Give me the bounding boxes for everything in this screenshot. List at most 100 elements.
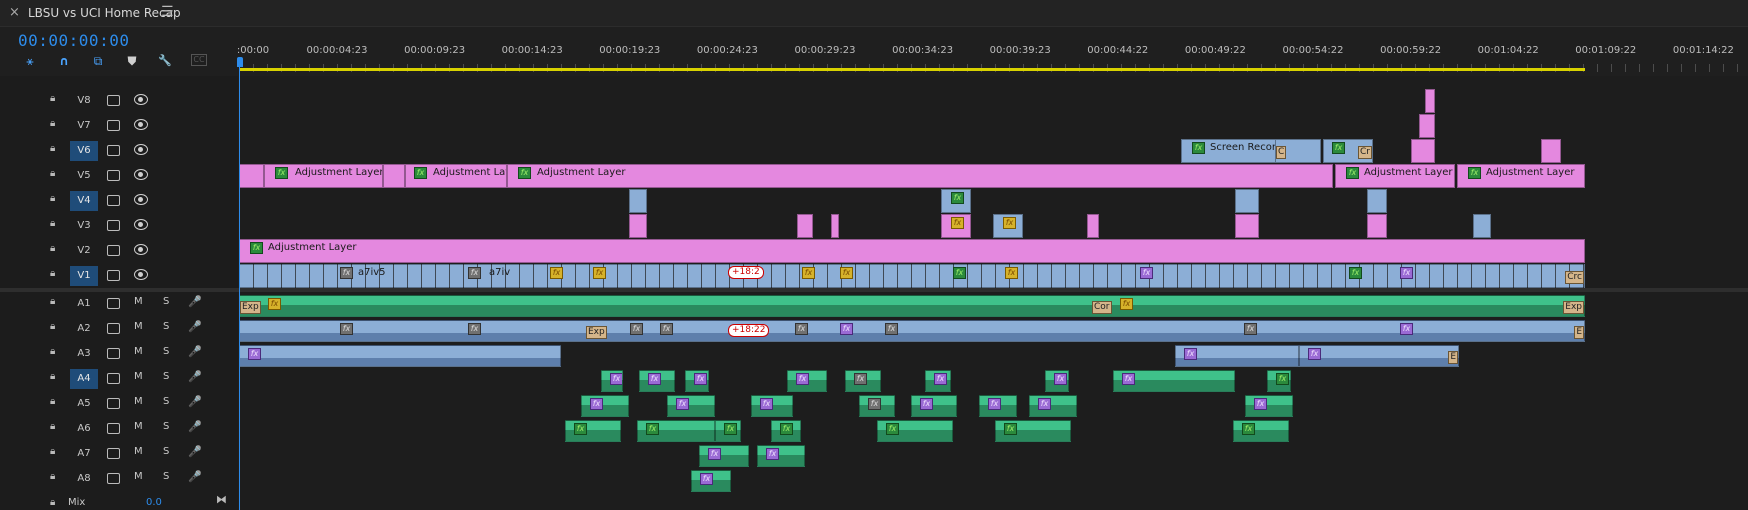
clip-adjustment-v7[interactable] bbox=[1419, 114, 1435, 138]
mute-button[interactable]: M bbox=[134, 296, 143, 307]
track-target-v6[interactable]: V6 bbox=[70, 141, 98, 161]
track-header-a6[interactable]: 🔒︎ A6 M S 🎤 bbox=[0, 417, 238, 441]
lock-icon[interactable]: 🔒︎ bbox=[50, 243, 60, 256]
captions-icon[interactable]: CC bbox=[191, 54, 207, 66]
clip-a6-audio[interactable]: fx bbox=[1233, 420, 1289, 442]
clip-adjustment-v6[interactable] bbox=[1541, 139, 1561, 163]
timeline-tracks[interactable]: fx Screen Recordi C fx Cr fx Adjustment … bbox=[239, 76, 1748, 510]
clip-a4-audio[interactable]: fx bbox=[1267, 370, 1291, 392]
playhead-handle[interactable] bbox=[237, 57, 243, 67]
clip-a5-audio[interactable]: fx bbox=[1029, 395, 1077, 417]
track-header-v7[interactable]: 🔒︎ V7 bbox=[0, 114, 238, 138]
lock-icon[interactable]: 🔒︎ bbox=[50, 396, 60, 409]
linked-selection-icon[interactable]: ∩ bbox=[56, 54, 72, 68]
clip-v3[interactable] bbox=[629, 214, 647, 238]
solo-button[interactable]: S bbox=[163, 471, 169, 482]
track-target-a8[interactable]: A8 bbox=[70, 469, 98, 489]
mic-icon[interactable]: 🎤 bbox=[188, 395, 202, 408]
track-target-v1[interactable]: V1 bbox=[70, 266, 98, 286]
clip-a6-audio[interactable]: fx bbox=[715, 420, 741, 442]
clip-a4-audio[interactable]: fx bbox=[925, 370, 951, 392]
track-header-v5[interactable]: 🔒︎ V5 bbox=[0, 164, 238, 188]
eye-icon[interactable] bbox=[134, 119, 148, 130]
panel-menu-icon[interactable]: ☰ bbox=[161, 4, 174, 20]
track-target-v5[interactable]: V5 bbox=[70, 166, 98, 186]
track-header-v8[interactable]: 🔒︎ V8 bbox=[0, 89, 238, 113]
clip-a4-audio[interactable]: fx bbox=[1113, 370, 1235, 392]
track-header-v2[interactable]: 🔒︎ V2 bbox=[0, 239, 238, 263]
lock-icon[interactable]: 🔒︎ bbox=[50, 346, 60, 359]
clip-a7-audio[interactable]: fx bbox=[757, 445, 805, 467]
clip-a8-audio[interactable]: fx bbox=[691, 470, 731, 492]
track-target-a6[interactable]: A6 bbox=[70, 419, 98, 439]
lock-icon[interactable]: 🔒︎ bbox=[50, 268, 60, 281]
eye-icon[interactable] bbox=[134, 144, 148, 155]
clip-v4[interactable]: fx bbox=[941, 189, 971, 213]
clip-a5-audio[interactable]: fx bbox=[859, 395, 895, 417]
track-target-a3[interactable]: A3 bbox=[70, 344, 98, 364]
clip-adjustment-layer-v2[interactable]: fx Adjustment Layer bbox=[239, 239, 1585, 263]
sync-lock-icon[interactable] bbox=[107, 448, 120, 459]
clip-a6-audio[interactable]: fx bbox=[637, 420, 715, 442]
clip-v3[interactable] bbox=[831, 214, 839, 238]
lock-icon[interactable]: 🔒︎ bbox=[50, 321, 60, 334]
mix-lock-icon[interactable]: 🔒︎ bbox=[50, 497, 55, 508]
clip-a3-audio[interactable]: fx bbox=[239, 345, 561, 367]
clip-a4-audio[interactable]: fx bbox=[639, 370, 675, 392]
sync-lock-icon[interactable] bbox=[107, 95, 120, 106]
clip-a4-audio[interactable]: fx bbox=[601, 370, 623, 392]
clip-a7-audio[interactable]: fx bbox=[699, 445, 749, 467]
mic-icon[interactable]: 🎤 bbox=[188, 295, 202, 308]
track-header-v4[interactable]: 🔒︎ V4 bbox=[0, 189, 238, 213]
clip-adjustment-layer[interactable]: fx Adjustment Layer bbox=[1335, 164, 1455, 188]
clip-a4-audio[interactable]: fx bbox=[787, 370, 827, 392]
track-header-a4[interactable]: 🔒︎ A4 M S 🎤 bbox=[0, 367, 238, 391]
clip-a4-audio[interactable]: fx bbox=[845, 370, 881, 392]
clip-adjustment-layer[interactable]: fx Adjustment Layer bbox=[264, 164, 383, 188]
mix-volume-value[interactable]: 0.0 bbox=[146, 497, 162, 508]
track-header-a3[interactable]: 🔒︎ A3 M S 🎤 bbox=[0, 342, 238, 366]
track-target-v8[interactable]: V8 bbox=[70, 91, 98, 111]
track-header-a7[interactable]: 🔒︎ A7 M S 🎤 bbox=[0, 442, 238, 466]
sync-lock-icon[interactable] bbox=[107, 323, 120, 334]
sync-lock-icon[interactable] bbox=[107, 423, 120, 434]
clip-adjustment-layer[interactable]: fx Adjustment Layer bbox=[405, 164, 507, 188]
solo-button[interactable]: S bbox=[163, 321, 169, 332]
clip-a5-audio[interactable]: fx bbox=[581, 395, 629, 417]
track-target-a4[interactable]: A4 bbox=[70, 369, 98, 389]
clip-adjustment-v6[interactable] bbox=[1411, 139, 1435, 163]
time-ruler[interactable]: :00:00 00:00:04:23 00:00:09:23 00:00:14:23 0… bbox=[237, 40, 1748, 73]
clip-v3[interactable] bbox=[1235, 214, 1259, 238]
clip-adjustment-layer[interactable]: fx Adjustment Layer bbox=[507, 164, 1333, 188]
clip-v3[interactable] bbox=[1367, 214, 1387, 238]
sync-lock-icon[interactable] bbox=[107, 120, 120, 131]
track-header-a2[interactable]: 🔒︎ A2 M S 🎤 bbox=[0, 317, 238, 341]
track-header-v6[interactable]: 🔒︎ V6 bbox=[0, 139, 238, 163]
clip-adjustment-v5[interactable] bbox=[239, 164, 264, 188]
lock-icon[interactable]: 🔒︎ bbox=[50, 193, 60, 206]
clip-a5-audio[interactable]: fx bbox=[911, 395, 957, 417]
clip-v4[interactable] bbox=[629, 189, 647, 213]
eye-icon[interactable] bbox=[134, 269, 148, 280]
track-target-a1[interactable]: A1 bbox=[70, 294, 98, 314]
sync-lock-icon[interactable] bbox=[107, 195, 120, 206]
solo-button[interactable]: S bbox=[163, 421, 169, 432]
lock-icon[interactable]: 🔒︎ bbox=[50, 296, 60, 309]
track-target-a5[interactable]: A5 bbox=[70, 394, 98, 414]
mic-icon[interactable]: 🎤 bbox=[188, 470, 202, 483]
track-target-v7[interactable]: V7 bbox=[70, 116, 98, 136]
track-target-v4[interactable]: V4 bbox=[70, 191, 98, 211]
eye-icon[interactable] bbox=[134, 219, 148, 230]
clip-a5-audio[interactable]: fx bbox=[979, 395, 1017, 417]
clip-adjustment-layer[interactable]: fx Adjustment Layer bbox=[1457, 164, 1585, 188]
mute-button[interactable]: M bbox=[134, 471, 143, 482]
eye-icon[interactable] bbox=[134, 94, 148, 105]
clip-a6-audio[interactable]: fx bbox=[771, 420, 801, 442]
clip-a5-audio[interactable]: fx bbox=[751, 395, 793, 417]
go-to-end-icon[interactable]: ⧓ bbox=[216, 493, 227, 506]
clip-v3[interactable] bbox=[797, 214, 813, 238]
eye-icon[interactable] bbox=[134, 244, 148, 255]
mute-button[interactable]: M bbox=[134, 371, 143, 382]
eye-icon[interactable] bbox=[134, 169, 148, 180]
playhead-timecode[interactable]: 00:00:00:00 bbox=[18, 31, 129, 50]
